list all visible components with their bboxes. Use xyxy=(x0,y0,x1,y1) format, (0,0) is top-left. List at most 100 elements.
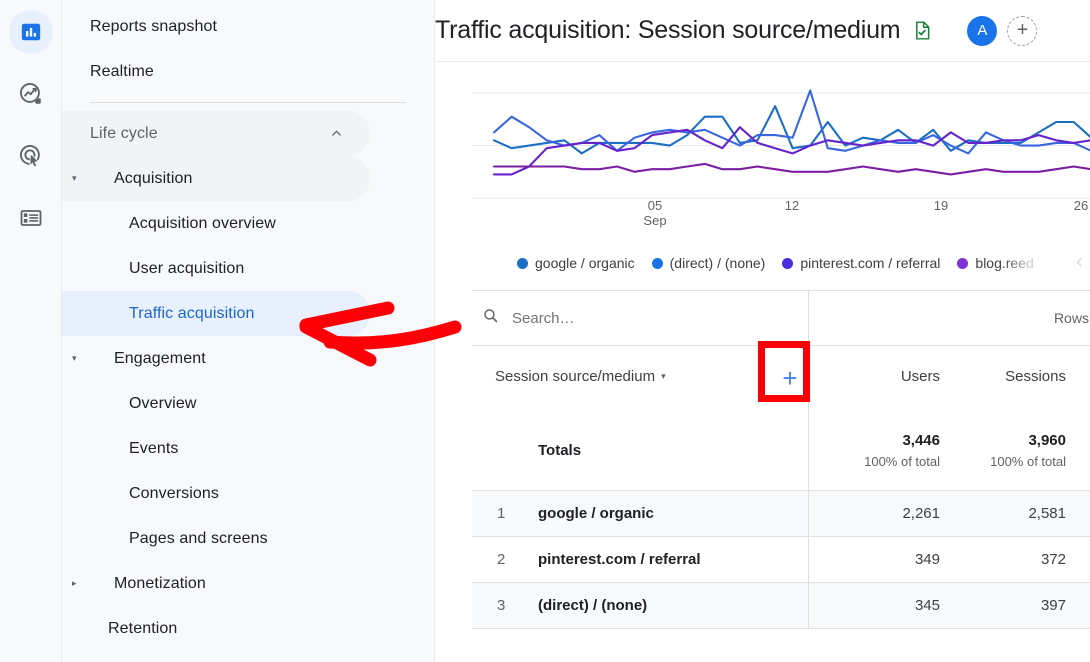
chart-series-line xyxy=(494,164,1090,175)
row-dimension-value[interactable]: google / organic xyxy=(538,505,654,522)
caret-right-icon: ▸ xyxy=(72,578,92,589)
totals-value: 3,960 xyxy=(966,432,1066,449)
caret-down-icon: ▾ xyxy=(72,173,92,184)
totals-subtext: 100% of total xyxy=(966,454,1066,469)
icon-rail xyxy=(0,0,62,662)
sidebar-group-label: Life cycle xyxy=(90,125,329,143)
row-index: 2 xyxy=(497,551,505,568)
sidebar-item-label: Overview xyxy=(129,395,434,413)
avatar[interactable]: A xyxy=(967,16,997,46)
chart-legend: google / organic (direct) / (none) pinte… xyxy=(517,250,1034,276)
legend-label: (direct) / (none) xyxy=(670,255,766,271)
caret-down-icon: ▾ xyxy=(72,353,92,364)
sidebar-item-label: Conversions xyxy=(129,485,434,503)
sidebar-divider xyxy=(90,102,406,103)
chart-series-line xyxy=(494,91,1090,154)
add-user-button[interactable]: + xyxy=(1007,16,1037,46)
row-dimension-value[interactable]: pinterest.com / referral xyxy=(538,551,701,568)
column-divider xyxy=(808,491,809,536)
data-table: Rows per page: Session source/medium ▾ +… xyxy=(472,290,1090,629)
legend-color-dot xyxy=(957,258,968,269)
sidebar-item-monetization[interactable]: ▸ Monetization xyxy=(62,561,370,606)
table-row[interactable]: 2 pinterest.com / referral 349 372 xyxy=(472,537,1090,582)
sidebar-item-retention[interactable]: Retention xyxy=(62,606,370,651)
totals-cell-sessions: 3,960 100% of total xyxy=(966,432,1066,469)
sidebar-item-overview[interactable]: Overview xyxy=(62,381,434,426)
table-row[interactable]: 1 google / organic 2,261 2,581 xyxy=(472,491,1090,536)
totals-value: 3,446 xyxy=(840,432,940,449)
column-header-sessions[interactable]: Sessions xyxy=(966,368,1066,385)
report-content: 05 Sep 12 19 26 40 20 0 google / organic xyxy=(435,62,1090,662)
table-row[interactable]: 3 (direct) / (none) 345 397 xyxy=(472,583,1090,628)
sidebar-item-label: Events xyxy=(129,440,434,458)
row-cell-users: 2,261 xyxy=(840,505,940,522)
sidebar-item-label: Acquisition xyxy=(92,170,370,188)
legend-label: pinterest.com / referral xyxy=(800,255,940,271)
row-cell-users: 345 xyxy=(840,597,940,614)
row-cell-sessions: 397 xyxy=(966,597,1066,614)
sidebar-item-realtime[interactable]: Realtime xyxy=(62,49,370,94)
reports-bar-chart-icon[interactable] xyxy=(9,10,53,54)
legend-color-dot xyxy=(652,258,663,269)
chart-x-axis: 05 Sep 12 19 26 xyxy=(472,198,1090,240)
legend-item-google-organic[interactable]: google / organic xyxy=(517,255,635,271)
add-dimension-button[interactable]: + xyxy=(773,361,807,395)
sidebar-item-label: Reports snapshot xyxy=(90,18,370,36)
chart-series-line xyxy=(494,127,1090,174)
sidebar-item-acquisition-overview[interactable]: Acquisition overview xyxy=(62,201,434,246)
dimension-label: Session source/medium xyxy=(495,368,655,385)
sidebar-item-label: Retention xyxy=(90,620,370,638)
legend-prev-button[interactable]: ‹ xyxy=(1076,250,1083,274)
rows-per-page-control[interactable]: Rows per page: xyxy=(1054,291,1090,345)
sidebar-item-label: Realtime xyxy=(90,63,370,81)
x-tick-label: 05 Sep xyxy=(635,198,675,228)
sidebar-item-conversions[interactable]: Conversions xyxy=(62,471,434,516)
sidebar-item-events[interactable]: Events xyxy=(62,426,434,471)
sidebar-group-life-cycle[interactable]: Life cycle xyxy=(62,111,370,156)
legend-item-blog-reed[interactable]: blog.reed xyxy=(957,255,1033,271)
legend-label: blog.reed xyxy=(975,255,1033,271)
legend-item-direct-none[interactable]: (direct) / (none) xyxy=(652,255,766,271)
app-root: Reports snapshot Realtime Life cycle ▾ A… xyxy=(0,0,1090,662)
row-index: 3 xyxy=(497,597,505,614)
sidebar-item-user-acquisition[interactable]: User acquisition xyxy=(62,246,434,291)
dimension-selector[interactable]: Session source/medium ▾ xyxy=(495,368,666,385)
page-title: Traffic acquisition: Session source/medi… xyxy=(435,16,900,45)
column-header-users[interactable]: Users xyxy=(840,368,940,385)
page-header: Traffic acquisition: Session source/medi… xyxy=(435,0,1090,62)
rows-per-page-label: Rows per page: xyxy=(1054,310,1090,326)
sidebar-item-label: Engagement xyxy=(92,350,370,368)
x-tick-label: 26 xyxy=(1061,198,1090,213)
x-tick-label: 12 xyxy=(772,198,812,213)
table-toolbar: Rows per page: xyxy=(472,291,1090,345)
chevron-down-icon: ▾ xyxy=(661,371,666,382)
legend-pager: ‹ › xyxy=(1076,250,1090,274)
column-divider xyxy=(808,583,809,628)
sidebar-item-reports-snapshot[interactable]: Reports snapshot xyxy=(62,4,370,49)
table-header-row: Session source/medium ▾ + Users Sessions xyxy=(472,346,1090,420)
legend-item-pinterest-referral[interactable]: pinterest.com / referral xyxy=(782,255,940,271)
sidebar-item-pages-and-screens[interactable]: Pages and screens xyxy=(62,516,434,561)
search-field[interactable] xyxy=(482,291,762,345)
sidebar-item-engagement[interactable]: ▾ Engagement xyxy=(62,336,370,381)
sidebar-item-acquisition[interactable]: ▾ Acquisition xyxy=(62,156,370,201)
sheets-export-icon[interactable] xyxy=(912,20,933,41)
row-dimension-value[interactable]: (direct) / (none) xyxy=(538,597,647,614)
advertising-icon[interactable] xyxy=(9,134,53,178)
sidebar-item-traffic-acquisition[interactable]: Traffic acquisition xyxy=(62,291,370,336)
sidebar-item-label: Monetization xyxy=(92,575,370,593)
chart-series-line xyxy=(494,106,1090,153)
search-input[interactable] xyxy=(512,310,762,327)
legend-label: google / organic xyxy=(535,255,635,271)
chevron-up-icon xyxy=(329,126,344,141)
column-divider xyxy=(808,420,809,490)
table-row-border xyxy=(472,628,1090,629)
explore-icon[interactable] xyxy=(9,72,53,116)
sidebar-item-label: Traffic acquisition xyxy=(129,305,370,323)
totals-label: Totals xyxy=(538,442,581,459)
library-icon[interactable] xyxy=(9,196,53,240)
x-tick-label: 19 xyxy=(921,198,961,213)
sidebar-item-label: User acquisition xyxy=(129,260,434,278)
row-cell-users: 349 xyxy=(840,551,940,568)
row-cell-sessions: 2,581 xyxy=(966,505,1066,522)
